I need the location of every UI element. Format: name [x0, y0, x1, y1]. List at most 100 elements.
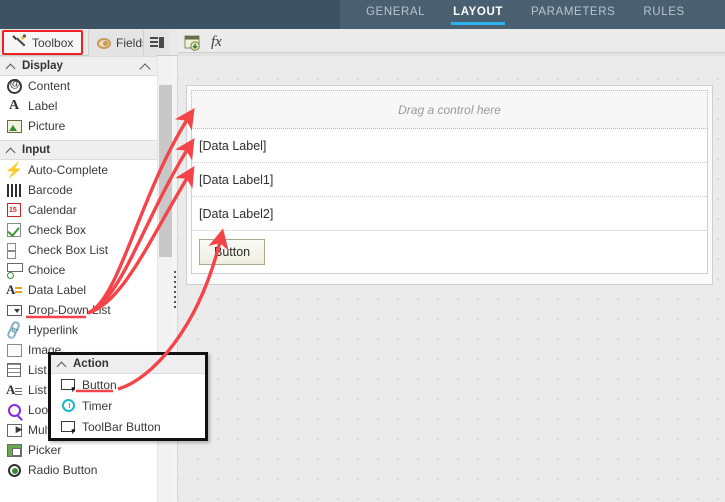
- top-navigation: GENERAL LAYOUT PARAMETERS RULES: [352, 0, 699, 29]
- fields-circle-icon: [97, 37, 111, 49]
- toolbox-item-label: Data Label: [28, 283, 87, 297]
- list-box-icon: [5, 362, 23, 378]
- top-header-left-block: [0, 0, 340, 29]
- form-container: Drag a control here [Data Label] [Data L…: [186, 85, 713, 285]
- flyout-group-action-label: Action: [73, 358, 109, 370]
- chevron-up-icon: [57, 359, 68, 370]
- toolbox-item-label: Radio Button: [28, 463, 98, 477]
- tab-toolbox-label: Toolbox: [32, 35, 74, 50]
- design-area: fx Drag a control here [Data Label] [Dat…: [178, 29, 725, 502]
- toolbox-item-picture[interactable]: Picture: [0, 116, 157, 136]
- toolbar-button-icon: [59, 419, 77, 435]
- timer-clock-icon: [59, 398, 77, 414]
- tab-layout[interactable]: LAYOUT: [439, 0, 517, 29]
- flyout-item-button[interactable]: Button: [51, 374, 205, 395]
- toolbox-item-check-box[interactable]: Check Box: [0, 220, 157, 240]
- at-sign-icon: [5, 78, 23, 94]
- flyout-item-label: ToolBar Button: [82, 419, 161, 434]
- tab-general[interactable]: GENERAL: [352, 0, 439, 29]
- toolbox-item-label: Check Box List: [28, 243, 109, 257]
- toolbox-item-label: Calendar: [28, 203, 77, 217]
- calendar-icon: [5, 202, 23, 218]
- toolbox-item-label: Drop-Down List: [28, 303, 111, 317]
- insert-image-icon[interactable]: [184, 35, 201, 51]
- toolbox-item-calendar[interactable]: Calendar: [0, 200, 157, 220]
- radio-button-icon: [5, 462, 23, 478]
- toolbox-item-label: Picture: [28, 119, 66, 133]
- data-label-icon: [5, 282, 23, 298]
- toolbox-item-label: Content: [28, 79, 71, 93]
- check-box-icon: [5, 222, 23, 238]
- drop-down-list-icon: [5, 302, 23, 318]
- toolbox-item-label: Label: [28, 99, 58, 113]
- link-icon: 🔗: [2, 319, 25, 341]
- toolbox-item-picker[interactable]: Picker: [0, 440, 157, 460]
- magnifier-icon: [5, 402, 23, 418]
- toolbox-group-input-label: Input: [22, 144, 51, 156]
- letter-a-icon: A: [8, 98, 20, 113]
- multi-select-icon: [5, 422, 23, 438]
- flyout-group-action[interactable]: Action: [51, 355, 205, 374]
- toolbox-item-hyperlink[interactable]: 🔗 Hyperlink: [0, 319, 157, 341]
- flyout-item-timer[interactable]: Timer: [51, 395, 205, 416]
- design-toolbar: fx: [178, 29, 725, 56]
- flyout-item-label: Timer: [82, 398, 113, 413]
- drop-zone[interactable]: Drag a control here: [191, 90, 708, 129]
- data-label-text: [Data Label2]: [199, 206, 274, 221]
- lightning-bolt-icon: ⚡: [4, 161, 24, 179]
- form-row-data-label-1[interactable]: [Data Label1]: [192, 163, 707, 197]
- toolbox-group-display-label: Display: [22, 60, 63, 72]
- toolbox-item-label[interactable]: A Label: [0, 96, 157, 116]
- form-rows: [Data Label] [Data Label1] [Data Label2]…: [191, 129, 708, 274]
- collapse-all-chevron-icon[interactable]: [140, 61, 152, 73]
- picture-icon: [5, 118, 23, 134]
- panel-options-button[interactable]: [143, 30, 169, 55]
- panel-tabstrip: Toolbox Fields: [0, 29, 178, 56]
- toolbox-scrollbar-thumb[interactable]: [159, 85, 172, 257]
- toolbox-item-data-label[interactable]: Data Label: [0, 280, 157, 300]
- list-view-icon: [149, 37, 164, 48]
- form-row-data-label-2[interactable]: [Data Label2]: [192, 197, 707, 231]
- toolbox-item-label: Auto-Complete: [28, 163, 109, 177]
- toolbox-item-label: Check Box: [28, 223, 87, 237]
- data-label-text: [Data Label]: [199, 138, 267, 153]
- tab-rules[interactable]: RULES: [629, 0, 698, 29]
- tab-parameters[interactable]: PARAMETERS: [517, 0, 629, 29]
- toolbox-item-check-box-list[interactable]: Check Box List: [0, 240, 157, 260]
- data-label-text: [Data Label1]: [199, 172, 274, 187]
- form-row-button: Button: [192, 231, 707, 273]
- toolbox-item-label: Choice: [28, 263, 66, 277]
- flyout-item-toolbar-button[interactable]: ToolBar Button: [51, 416, 205, 437]
- toolbox-item-content[interactable]: Content: [0, 76, 157, 96]
- drop-zone-text: Drag a control here: [398, 102, 501, 117]
- image-icon: [5, 342, 23, 358]
- design-canvas[interactable]: Drag a control here [Data Label] [Data L…: [178, 60, 725, 502]
- toolbox-item-auto-complete[interactable]: ⚡ Auto-Complete: [0, 160, 157, 180]
- toolbox-item-radio-button[interactable]: Radio Button: [0, 460, 157, 480]
- choice-icon: [5, 262, 23, 279]
- wrench-screwdriver-icon: [12, 34, 27, 51]
- toolbox-item-barcode[interactable]: Barcode: [0, 180, 157, 200]
- form-button[interactable]: Button: [199, 239, 266, 265]
- picker-icon: [5, 442, 23, 458]
- list-data-icon: [5, 382, 23, 398]
- chevron-up-icon: [6, 145, 17, 156]
- flyout-item-label: Button: [82, 377, 117, 392]
- toolbox-item-label: Picker: [28, 443, 62, 457]
- form-row-data-label-0[interactable]: [Data Label]: [192, 129, 707, 163]
- toolbox-item-label: Barcode: [28, 183, 73, 197]
- barcode-icon: [5, 182, 23, 198]
- splitter-grip-icon: [174, 271, 176, 309]
- toolbox-group-display[interactable]: Display: [0, 56, 157, 76]
- action-group-flyout: Action Button Timer ToolBar Button: [48, 352, 208, 441]
- app-root: GENERAL LAYOUT PARAMETERS RULES Toolbox …: [0, 0, 725, 502]
- top-header-bar: GENERAL LAYOUT PARAMETERS RULES: [0, 0, 725, 29]
- check-box-list-icon: [5, 242, 23, 259]
- tab-toolbox[interactable]: Toolbox: [2, 30, 84, 55]
- toolbox-item-drop-down-list[interactable]: Drop-Down List: [0, 300, 157, 320]
- toolbox-group-input[interactable]: Input: [0, 140, 157, 160]
- chevron-up-icon: [6, 61, 17, 72]
- formula-fx-label[interactable]: fx: [211, 34, 222, 51]
- toolbox-item-choice[interactable]: Choice: [0, 260, 157, 280]
- button-cursor-icon: [59, 377, 77, 393]
